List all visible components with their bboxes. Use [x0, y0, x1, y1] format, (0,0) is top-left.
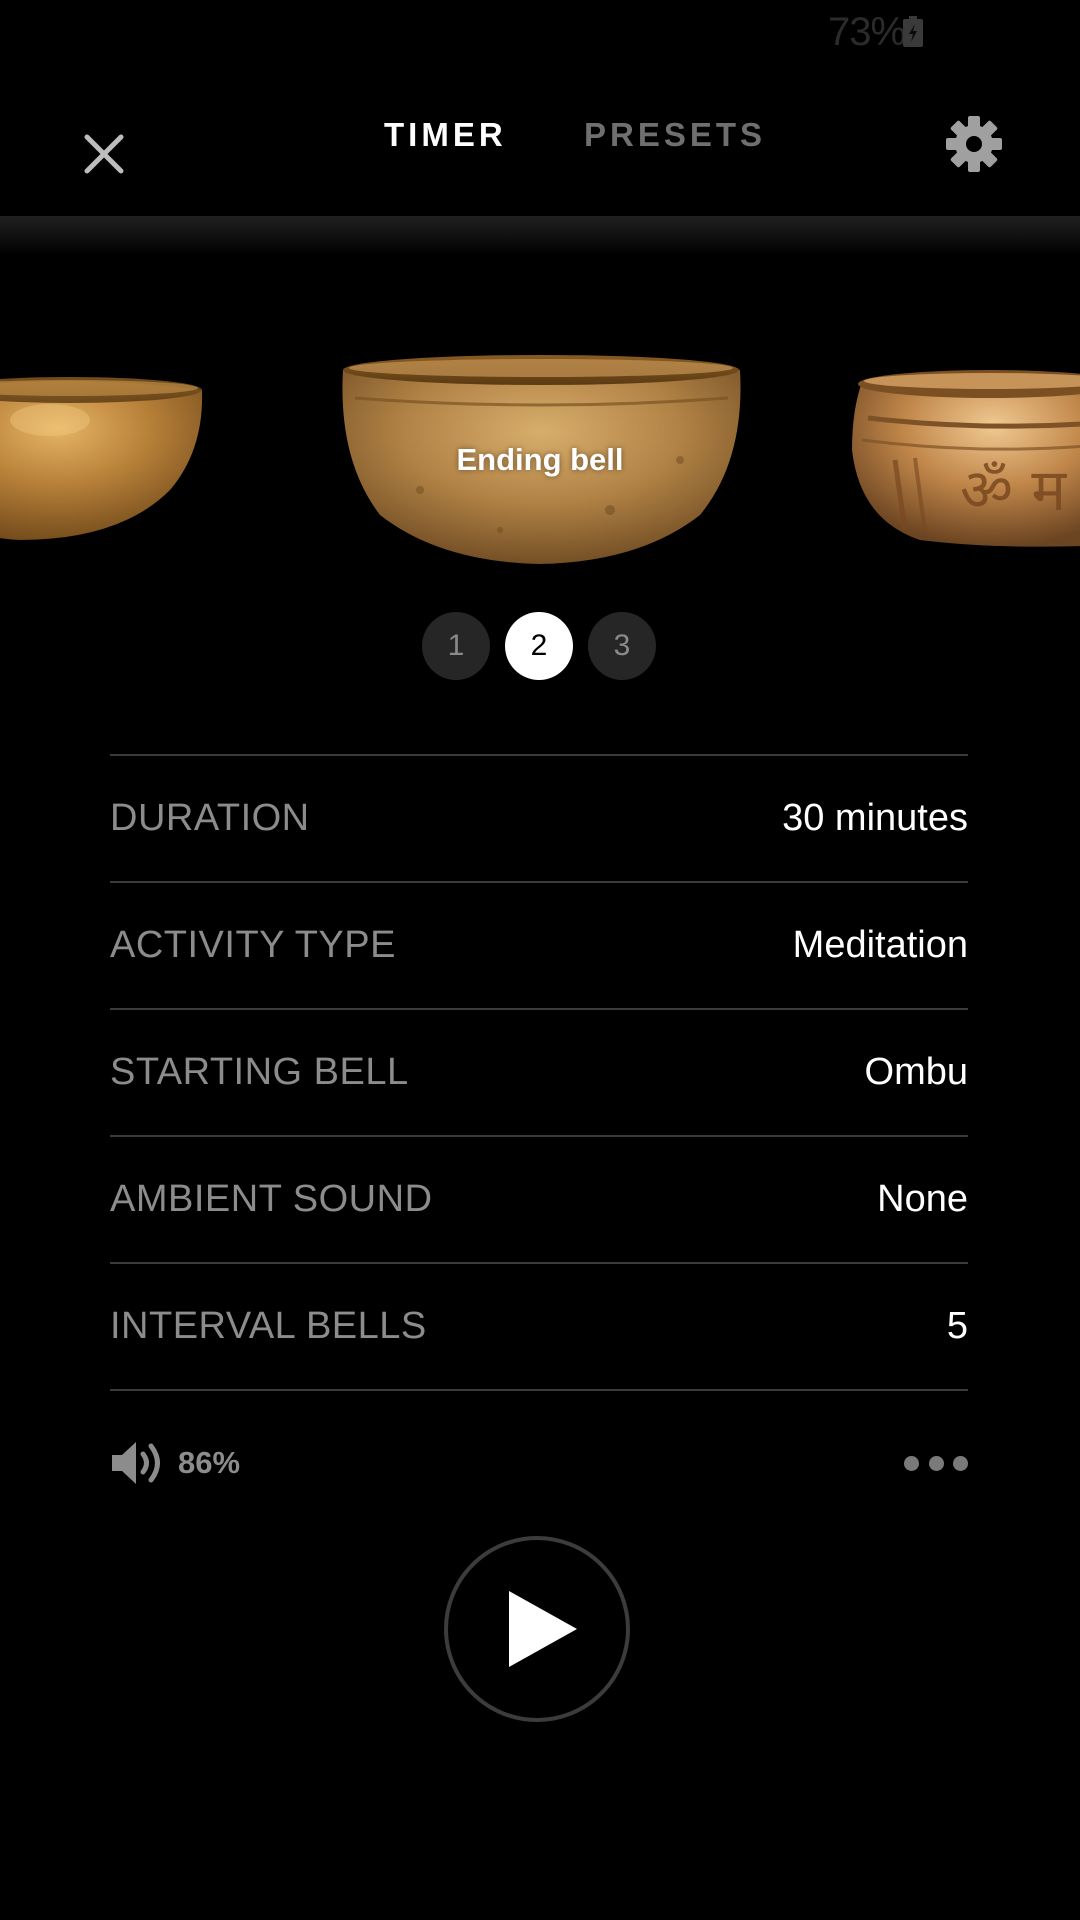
close-icon [84, 134, 124, 174]
setting-label: INTERVAL BELLS [110, 1305, 427, 1347]
bowl-right: ॐ म [852, 370, 1080, 547]
more-options-button[interactable] [904, 1446, 968, 1480]
setting-value: None [877, 1178, 968, 1220]
setting-label: DURATION [110, 797, 310, 839]
setting-label: STARTING BELL [110, 1051, 409, 1093]
battery-charging-icon [903, 16, 923, 47]
battery-percent: 73% [828, 10, 906, 54]
setting-row-ambient-sound[interactable]: AMBIENT SOUND None [110, 1137, 968, 1264]
tab-timer[interactable]: TIMER [384, 116, 507, 154]
tab-presets[interactable]: PRESETS [584, 116, 766, 154]
setting-value: Meditation [792, 924, 968, 966]
settings-button[interactable] [940, 110, 1008, 178]
top-nav-header: TIMER PRESETS [0, 68, 1080, 216]
setting-row-interval-bells[interactable]: INTERVAL BELLS 5 [110, 1264, 968, 1391]
gear-icon [946, 116, 1002, 172]
setting-value: 5 [946, 1305, 968, 1347]
setting-row-starting-bell[interactable]: STARTING BELL Ombu [110, 1010, 968, 1137]
play-button[interactable] [444, 1536, 630, 1722]
bell-pager: 1 2 3 [422, 612, 656, 680]
play-icon [509, 1591, 577, 1667]
more-dots-icon [928, 1455, 944, 1471]
volume-level: 86% [178, 1445, 241, 1480]
more-dots-icon [953, 1455, 968, 1471]
svg-text:ॐ म: ॐ म [960, 456, 1067, 524]
speaker-icon [112, 1442, 160, 1484]
status-bar: 73% [0, 0, 1080, 68]
setting-value: Ombu [864, 1051, 968, 1093]
header-shadow [0, 216, 1080, 256]
volume-control[interactable]: 86% [110, 1440, 240, 1486]
page-dot-1[interactable]: 1 [422, 612, 490, 680]
page-dot-3[interactable]: 3 [588, 612, 656, 680]
more-dots-icon [904, 1455, 919, 1471]
setting-row-duration[interactable]: DURATION 30 minutes [110, 756, 968, 883]
setting-value: 30 minutes [782, 797, 968, 839]
bowl-left [0, 377, 203, 540]
page-dot-2[interactable]: 2 [505, 612, 573, 680]
timer-settings-list: DURATION 30 minutes ACTIVITY TYPE Medita… [110, 754, 968, 1391]
close-button[interactable] [64, 114, 144, 194]
bell-label: Ending bell [456, 442, 624, 477]
setting-row-activity-type[interactable]: ACTIVITY TYPE Meditation [110, 883, 968, 1010]
setting-label: ACTIVITY TYPE [110, 924, 396, 966]
bell-carousel[interactable]: ॐ म Ending bell [0, 340, 1080, 580]
setting-label: AMBIENT SOUND [110, 1178, 433, 1220]
